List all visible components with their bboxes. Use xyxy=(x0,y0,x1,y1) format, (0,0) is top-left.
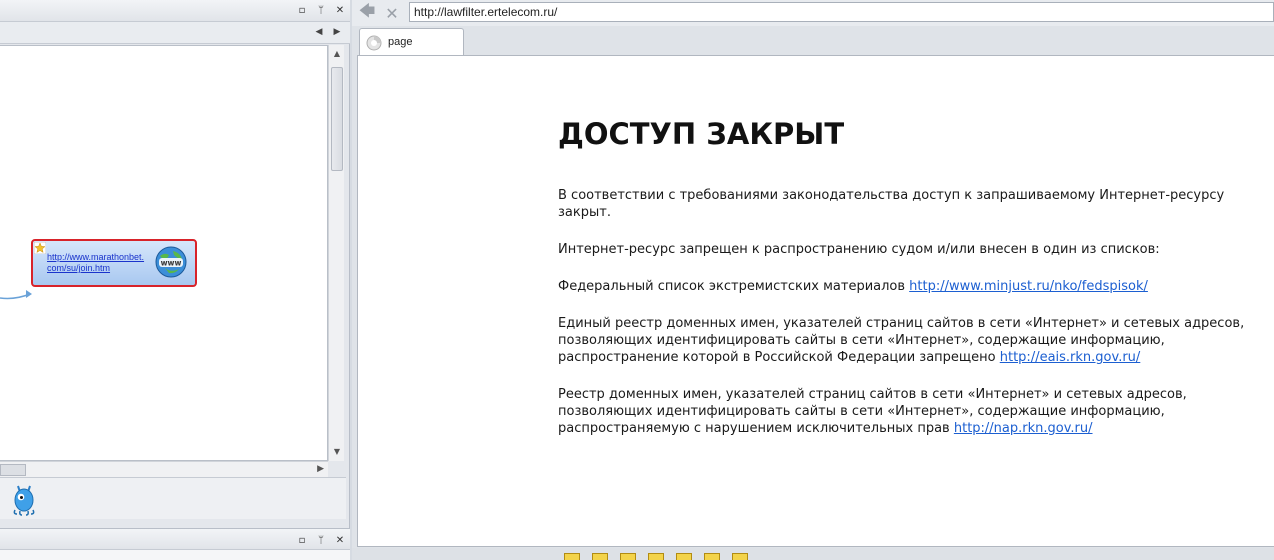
stop-icon[interactable]: ✕ xyxy=(382,3,402,23)
list-item-eais: Единый реестр доменных имен, указателей … xyxy=(558,315,1258,366)
app-window: ▫ ᛘ ✕ ◀ ▶ http://www.marathonbet.com/su/… xyxy=(0,0,1274,560)
toolbar-folder-icon[interactable] xyxy=(732,553,748,560)
web-page: ДОСТУП ЗАКРЫТ В соответствии с требовани… xyxy=(357,55,1274,547)
node-hyperlink[interactable]: http://www.marathonbet.com/su/join.htm xyxy=(47,252,147,274)
item2-text: Единый реестр доменных имен, указателей … xyxy=(558,316,1245,365)
item1-text: Федеральный список экстремистских матери… xyxy=(558,279,910,294)
scroll-left-icon[interactable]: ◀ xyxy=(313,26,325,38)
mindmap-node[interactable]: http://www.marathonbet.com/su/join.htm w… xyxy=(31,239,197,287)
toolbar-folder-icon[interactable] xyxy=(620,553,636,560)
horizontal-scroll-thumb[interactable] xyxy=(0,464,26,476)
mascot-bar xyxy=(0,477,346,519)
close-bottom-pane-icon[interactable]: ✕ xyxy=(333,533,347,547)
mindmap-pane: ▫ ᛘ ✕ ◀ ▶ http://www.marathonbet.com/su/… xyxy=(0,0,350,560)
intro-paragraph: В соответствии с требованиями законодате… xyxy=(558,188,1225,220)
mindmap-canvas[interactable]: http://www.marathonbet.com/su/join.htm w… xyxy=(0,45,328,461)
www-globe-icon: www xyxy=(155,246,187,278)
restore-pane-icon[interactable]: ▫ xyxy=(295,3,309,17)
page-loading-icon xyxy=(366,35,382,51)
list-item-extremist: Федеральный список экстремистских матери… xyxy=(558,278,1258,295)
toolbar-folder-icon[interactable] xyxy=(648,553,664,560)
close-pane-icon[interactable]: ✕ xyxy=(333,3,347,17)
toolbar-folder-icon[interactable] xyxy=(592,553,608,560)
page-content: ДОСТУП ЗАКРЫТ В соответствии с требовани… xyxy=(558,116,1258,457)
bottom-pane-header: ▫ ᛘ ✕ xyxy=(0,528,350,550)
toolbar-folder-icon[interactable] xyxy=(564,553,580,560)
tab-page[interactable]: page xyxy=(359,28,464,55)
mindmap-pane-header: ▫ ᛘ ✕ xyxy=(0,0,350,22)
horizontal-scrollbar[interactable]: ▶ xyxy=(0,461,328,477)
restore-bottom-pane-icon[interactable]: ▫ xyxy=(295,533,309,547)
reason-paragraph: Интернет-ресурс запрещен к распространен… xyxy=(558,242,1160,257)
pane-nav-row: ◀ ▶ xyxy=(0,22,350,44)
scroll-right-icon[interactable]: ▶ xyxy=(331,26,343,38)
bottom-pane-content xyxy=(0,550,350,560)
scroll-up-icon[interactable]: ▲ xyxy=(332,49,342,59)
eais-link[interactable]: http://eais.rkn.gov.ru/ xyxy=(1000,350,1141,365)
connector-line xyxy=(0,290,32,300)
vertical-scrollbar[interactable]: ▲ ▼ xyxy=(328,45,344,461)
scroll-down-icon[interactable]: ▼ xyxy=(332,447,342,457)
address-bar-row: 🡄 ✕ xyxy=(352,0,1274,26)
page-heading: ДОСТУП ЗАКРЫТ xyxy=(558,117,845,151)
pin-icon[interactable]: ᛘ xyxy=(314,3,328,17)
status-bar xyxy=(352,548,1274,560)
toolbar-folder-icon[interactable] xyxy=(704,553,720,560)
address-input[interactable] xyxy=(409,2,1274,22)
svg-text:www: www xyxy=(161,259,182,268)
pin-bottom-pane-icon[interactable]: ᛘ xyxy=(314,533,328,547)
mascot-icon[interactable] xyxy=(10,482,38,516)
vertical-scroll-thumb[interactable] xyxy=(331,67,343,171)
back-arrow-icon[interactable]: 🡄 xyxy=(357,1,377,23)
star-icon xyxy=(34,242,46,254)
tab-label: page xyxy=(388,36,413,48)
toolbar-folder-icon[interactable] xyxy=(676,553,692,560)
list-item-nap: Реестр доменных имен, указателей страниц… xyxy=(558,386,1258,437)
tab-strip: page xyxy=(357,28,1274,56)
minjust-link[interactable]: http://www.minjust.ru/nko/fedspisok/ xyxy=(909,279,1148,294)
browser-pane: 🡄 ✕ page ДОСТУП ЗАКРЫТ В соответствии с … xyxy=(352,0,1274,560)
nap-link[interactable]: http://nap.rkn.gov.ru/ xyxy=(954,421,1093,436)
scroll-right-arrow-icon[interactable]: ▶ xyxy=(317,464,324,474)
